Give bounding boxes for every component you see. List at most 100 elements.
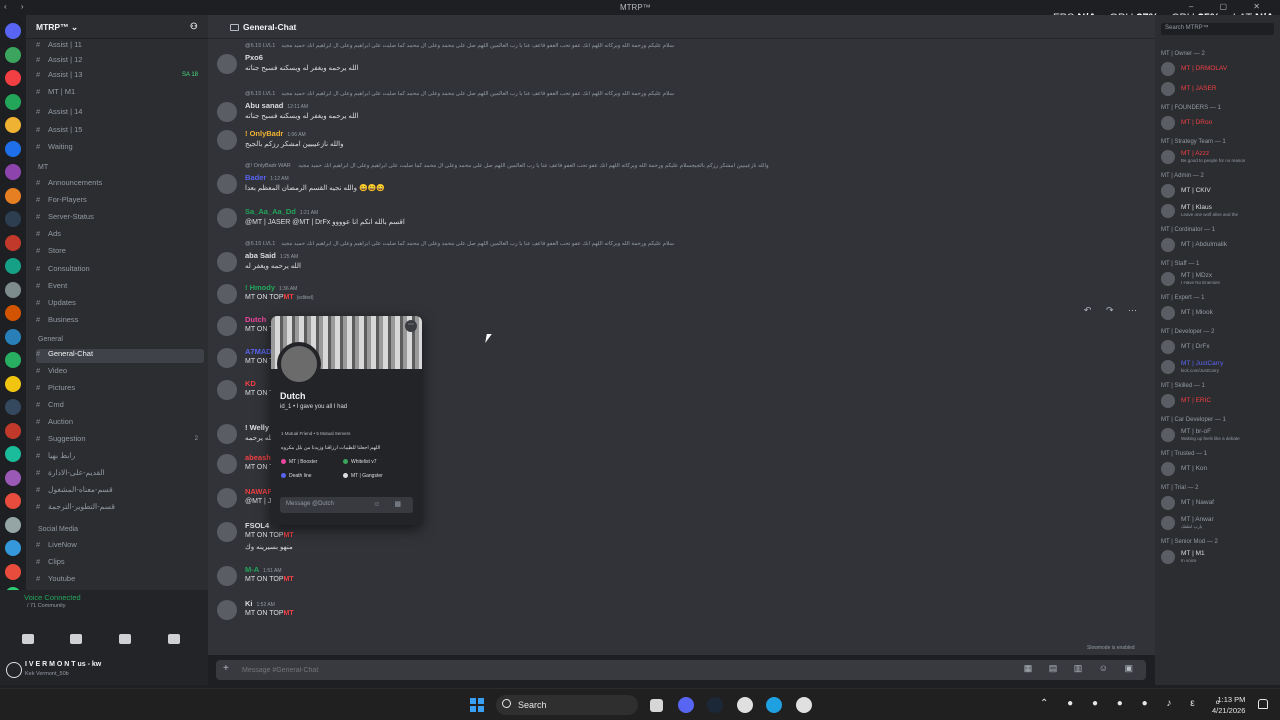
member-item[interactable]: MT | DrFx xyxy=(1161,339,1280,355)
task-view-icon[interactable] xyxy=(650,699,663,712)
message-input[interactable] xyxy=(242,663,1042,677)
server-icon[interactable] xyxy=(5,399,21,415)
member-search[interactable]: Search MTRP™ xyxy=(1161,23,1274,35)
server-icon[interactable] xyxy=(5,305,21,321)
message-author[interactable]: ! Welly xyxy=(245,423,269,432)
member-item[interactable]: MT | DRMOLAV xyxy=(1161,61,1280,77)
server-icon[interactable] xyxy=(5,93,21,110)
message-author[interactable]: Bader 1:12 AM xyxy=(245,173,289,182)
message-avatar[interactable] xyxy=(217,54,237,74)
attach-plus-icon[interactable]: + xyxy=(223,663,229,674)
message-author[interactable]: Pxo6 xyxy=(245,53,263,62)
channel-item[interactable]: # قسم-التطوير-الترجمة xyxy=(36,502,204,516)
message-avatar[interactable] xyxy=(217,252,237,272)
channel-item[interactable]: # Business xyxy=(36,315,204,329)
channel-item[interactable]: # Updates xyxy=(36,298,204,312)
server-icon[interactable] xyxy=(5,234,21,251)
server-icon[interactable] xyxy=(5,23,21,39)
message-author[interactable]: Sa_Aa_Aa_Dd 1:21 AM xyxy=(245,207,318,216)
member-item[interactable]: MT | JustCarry kick.com/JustCarry xyxy=(1161,359,1280,375)
member-item[interactable]: MT | Klaus Leave one wolf alive and the xyxy=(1161,203,1280,219)
channel-item[interactable]: # LiveNow xyxy=(36,540,204,554)
server-icon[interactable] xyxy=(5,187,21,204)
message-avatar[interactable] xyxy=(217,174,237,194)
reply-preview[interactable]: @6.15 LVL1 سلام عليكم ورحمة الله وبركاته … xyxy=(245,241,1135,247)
channel-item[interactable]: # Server-Status xyxy=(36,212,204,226)
channel-item[interactable]: # Suggestion 2 xyxy=(36,434,204,448)
message-avatar[interactable] xyxy=(217,522,237,542)
channel-category[interactable]: General xyxy=(38,336,63,343)
message-avatar[interactable] xyxy=(217,566,237,586)
mutual-info[interactable]: 1 Mutual Friend • 5 Mutual Servers xyxy=(281,431,350,436)
member-item[interactable]: MT | Anwar يارب لطفك xyxy=(1161,515,1280,531)
message-avatar[interactable] xyxy=(217,284,237,304)
windows-start-icon[interactable] xyxy=(470,698,484,712)
channel-item[interactable]: # Consultation xyxy=(36,264,204,278)
channel-item[interactable]: # Video xyxy=(36,366,204,380)
channel-category[interactable]: MT xyxy=(38,164,48,171)
message-author[interactable]: Abu sanad 12:11 AM xyxy=(245,101,308,110)
composer-tools-icon[interactable]: ▦ ▤ ▥ ☺ ▣ xyxy=(1024,663,1140,674)
server-icon[interactable] xyxy=(5,117,21,133)
channel-item[interactable]: # For-Players xyxy=(36,195,204,209)
edge-app-icon[interactable] xyxy=(766,697,782,713)
nav-arrows-icon[interactable]: ‹ › xyxy=(4,2,30,11)
channel-item[interactable]: # القديم-على-الادارة xyxy=(36,468,204,482)
settings-app-icon[interactable] xyxy=(737,697,753,713)
more-options-icon[interactable]: ⋯ xyxy=(405,320,417,332)
server-icon[interactable] xyxy=(5,516,21,533)
notification-icon[interactable] xyxy=(1258,699,1268,709)
member-item[interactable]: MT | Mlook xyxy=(1161,305,1280,321)
channel-item[interactable]: # Waiting xyxy=(36,142,204,156)
message-author[interactable]: A7MAD xyxy=(245,347,272,356)
channel-item[interactable]: # رابط بهيا xyxy=(36,451,204,465)
reply-preview[interactable]: @! OnlyBadr WAR والله نازعيبيين امشكر رز… xyxy=(245,163,1135,169)
clock[interactable]: 1:13 PM 4/21/2026 xyxy=(1212,694,1245,716)
channel-category[interactable]: Social Media xyxy=(38,526,78,533)
channel-item[interactable]: # Clips xyxy=(36,557,204,571)
message-actions-icon[interactable]: ↶ ↷ ⋯ xyxy=(1084,305,1143,316)
message-avatar[interactable] xyxy=(217,102,237,122)
server-icon[interactable] xyxy=(5,281,21,298)
message-avatar[interactable] xyxy=(217,488,237,508)
steam-app-icon[interactable] xyxy=(707,697,723,713)
server-icon[interactable] xyxy=(5,469,21,486)
reply-preview[interactable]: @6.15 LVL1 سلام عليكم ورحمة الله وبركاته … xyxy=(245,43,1135,49)
member-item[interactable]: MT | Azzz Be good to people for no reason xyxy=(1161,149,1280,165)
message-author[interactable]: ! OnlyBadr 1:06 AM xyxy=(245,129,306,138)
server-icon[interactable] xyxy=(5,422,21,439)
member-item[interactable]: MT | ERIC xyxy=(1161,393,1280,409)
member-item[interactable]: MT | CKIV xyxy=(1161,183,1280,199)
system-tray[interactable]: ⌃ ● ● ● ● ♪ ε ⚬ xyxy=(1040,698,1230,709)
channel-item[interactable]: # Pictures xyxy=(36,383,204,397)
server-icon[interactable] xyxy=(5,540,21,556)
channel-item[interactable]: # Assist | 14 xyxy=(36,107,204,121)
server-icon[interactable] xyxy=(5,164,21,180)
server-icon[interactable] xyxy=(5,563,21,580)
server-icon[interactable] xyxy=(5,70,21,86)
message-author[interactable]: Ki 1:52 AM xyxy=(245,599,275,608)
add-user-icon[interactable]: ⚇ xyxy=(190,21,200,31)
screenshare-button[interactable] xyxy=(70,634,82,644)
message-avatar[interactable] xyxy=(217,380,237,400)
message-author[interactable]: FSOL4 xyxy=(245,521,269,530)
camera-button[interactable] xyxy=(22,634,34,644)
server-icon[interactable] xyxy=(5,446,21,462)
server-icon[interactable] xyxy=(5,328,21,345)
reply-preview[interactable]: @6.15 LVL1 سلام عليكم ورحمة الله وبركاته … xyxy=(245,91,1135,97)
emoji-icon[interactable]: ☺ ▦ xyxy=(373,500,407,508)
soundboard-button[interactable] xyxy=(168,634,180,644)
channel-item[interactable]: # Ads xyxy=(36,229,204,243)
user-avatar[interactable] xyxy=(6,662,22,678)
role-chip[interactable]: MT | Gangster xyxy=(343,473,383,479)
member-item[interactable]: MT | M1 In voice xyxy=(1161,549,1280,565)
server-header[interactable]: MTRP™ ⌄ ⚇ xyxy=(26,15,208,39)
server-icon[interactable] xyxy=(5,211,21,227)
channel-item[interactable]: # Assist | 11 xyxy=(36,40,204,54)
member-item[interactable]: MT | Abdulmalik xyxy=(1161,237,1280,253)
message-avatar[interactable] xyxy=(217,130,237,150)
message-author[interactable]: ! Hmody 1:36 AM xyxy=(245,283,297,292)
message-avatar[interactable] xyxy=(217,348,237,368)
message-author[interactable]: KD xyxy=(245,379,256,388)
taskbar-search[interactable]: Search xyxy=(496,695,638,715)
